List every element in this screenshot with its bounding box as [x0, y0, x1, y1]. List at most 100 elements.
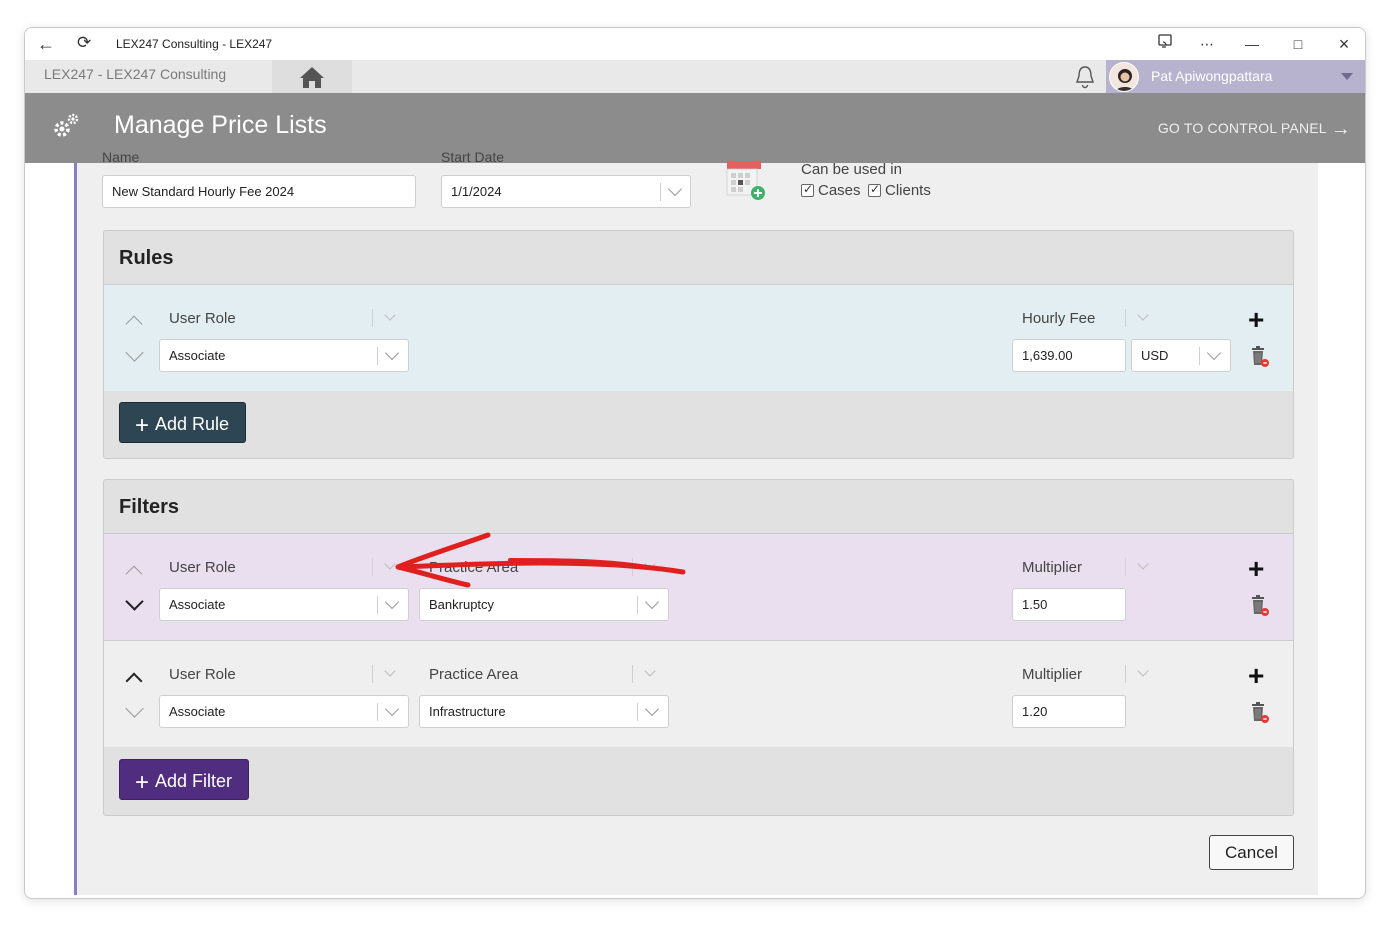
control-panel-label: GO TO CONTROL PANEL	[1157, 120, 1327, 136]
filters-panel: Filters User Role Practice Area Associat…	[103, 479, 1294, 816]
cast-icon[interactable]	[1154, 33, 1176, 55]
add-rule-label: Add Rule	[155, 414, 230, 434]
divider	[377, 347, 378, 365]
user-role-header: User Role	[169, 666, 236, 683]
chevron-up-icon[interactable]	[125, 315, 143, 333]
title-bar: ← ⟳ LEX247 Consulting - LEX247 ⋯ — □ ×	[25, 28, 1365, 60]
chevron-down-icon[interactable]	[125, 343, 144, 362]
hourly-fee-header: Hourly Fee	[1022, 310, 1096, 327]
user-role-select[interactable]: Associate	[159, 695, 409, 728]
divider	[377, 703, 378, 721]
user-name: Pat Apiwongpattara	[1151, 68, 1273, 84]
checkbox-icon[interactable]	[868, 182, 881, 197]
practice-area-select[interactable]: Infrastructure	[419, 695, 669, 728]
start-date-label: Start Date	[441, 149, 505, 165]
divider	[1125, 309, 1126, 327]
cases-label: Cases	[818, 182, 861, 199]
control-panel-link[interactable]: GO TO CONTROL PANEL →	[1158, 118, 1351, 141]
user-menu[interactable]: Pat Apiwongpattara	[1106, 60, 1365, 93]
maximize-icon[interactable]: □	[1287, 33, 1309, 55]
hourly-fee-value: 1,639.00	[1022, 348, 1073, 363]
divider	[637, 703, 638, 721]
breadcrumb[interactable]: LEX247 - LEX247 Consulting	[44, 66, 226, 82]
divider	[377, 596, 378, 614]
back-arrow-icon[interactable]: ←	[37, 34, 57, 54]
multiplier-field[interactable]: 1.50	[1012, 588, 1126, 621]
user-role-header: User Role	[169, 310, 236, 327]
hourly-fee-field[interactable]: 1,639.00	[1012, 339, 1126, 372]
chevron-down-icon[interactable]	[384, 558, 396, 570]
trash-icon[interactable]	[1249, 702, 1271, 724]
home-tab[interactable]	[272, 60, 352, 93]
app-window: ← ⟳ LEX247 Consulting - LEX247 ⋯ — □ × L…	[24, 27, 1366, 899]
cancel-button[interactable]: Cancel	[1209, 835, 1294, 870]
checkbox-icon[interactable]	[801, 182, 814, 197]
plus-icon[interactable]: +	[1248, 306, 1264, 334]
divider	[637, 596, 638, 614]
start-date-value: 1/1/2024	[451, 184, 502, 199]
page-header: Manage Price Lists GO TO CONTROL PANEL →	[25, 93, 1365, 163]
user-role-select[interactable]: Associate	[159, 588, 409, 621]
multiplier-header: Multiplier	[1022, 666, 1083, 683]
chevron-up-icon[interactable]	[125, 565, 143, 583]
calendar-add-icon[interactable]	[724, 161, 766, 201]
chevron-up-icon[interactable]	[125, 672, 143, 690]
chevron-down-icon[interactable]	[125, 592, 144, 611]
chevron-down-icon[interactable]	[1137, 558, 1149, 570]
plus-icon: +	[135, 412, 150, 439]
filters-title: Filters	[119, 496, 180, 518]
page-title: Manage Price Lists	[114, 111, 327, 139]
name-field[interactable]: New Standard Hourly Fee 2024	[102, 175, 416, 208]
plus-icon[interactable]: +	[1248, 555, 1264, 583]
user-role-value: Associate	[169, 348, 226, 363]
practice-area-select[interactable]: Bankruptcy	[419, 588, 669, 621]
multiplier-header: Multiplier	[1022, 559, 1083, 576]
arrow-right-icon: →	[1330, 118, 1351, 140]
chevron-down-icon[interactable]	[1137, 309, 1149, 321]
bell-icon[interactable]	[1073, 64, 1097, 90]
chevron-down-icon[interactable]	[644, 665, 656, 677]
divider	[372, 558, 373, 576]
practice-area-value: Infrastructure	[429, 704, 506, 719]
rule-row: User Role Associate Hourly Fee 1,639.00 …	[104, 284, 1293, 391]
filter-row: User Role Practice Area Associate Infras…	[104, 640, 1293, 747]
content-area: Name New Standard Hourly Fee 2024 Start …	[74, 149, 1318, 895]
chevron-down-icon[interactable]	[1137, 665, 1149, 677]
divider	[632, 665, 633, 683]
plus-icon[interactable]: +	[1248, 662, 1264, 690]
home-icon	[300, 67, 324, 88]
divider	[632, 558, 633, 576]
window-title: LEX247 Consulting - LEX247	[116, 37, 273, 51]
chevron-down-icon[interactable]	[384, 309, 396, 321]
cases-checkbox[interactable]: Cases	[801, 182, 861, 199]
minimize-icon[interactable]: —	[1241, 33, 1263, 55]
practice-area-value: Bankruptcy	[429, 597, 495, 612]
divider	[372, 309, 373, 327]
multiplier-field[interactable]: 1.20	[1012, 695, 1126, 728]
chevron-down-icon[interactable]	[125, 699, 144, 718]
multiplier-value: 1.50	[1022, 597, 1048, 612]
add-rule-button[interactable]: + Add Rule	[119, 402, 247, 443]
divider	[372, 665, 373, 683]
currency-value: USD	[1141, 348, 1169, 363]
more-icon[interactable]: ⋯	[1196, 33, 1218, 55]
chevron-down-icon[interactable]	[1341, 73, 1353, 80]
trash-icon[interactable]	[1249, 595, 1271, 617]
add-filter-label: Add Filter	[155, 771, 233, 791]
user-role-select[interactable]: Associate	[159, 339, 409, 372]
user-role-header: User Role	[169, 559, 236, 576]
divider	[1125, 665, 1126, 683]
user-role-value: Associate	[169, 597, 226, 612]
refresh-icon[interactable]: ⟳	[77, 33, 97, 53]
avatar	[1109, 62, 1139, 92]
name-label: Name	[102, 149, 140, 165]
start-date-field[interactable]: 1/1/2024	[441, 175, 691, 208]
chevron-down-icon[interactable]	[384, 665, 396, 677]
add-filter-button[interactable]: + Add Filter	[119, 759, 250, 800]
chevron-down-icon[interactable]	[644, 558, 656, 570]
divider	[660, 183, 661, 201]
clients-checkbox[interactable]: Clients	[868, 182, 931, 199]
close-icon[interactable]: ×	[1333, 33, 1355, 55]
trash-icon[interactable]	[1249, 346, 1271, 368]
user-role-value: Associate	[169, 704, 226, 719]
